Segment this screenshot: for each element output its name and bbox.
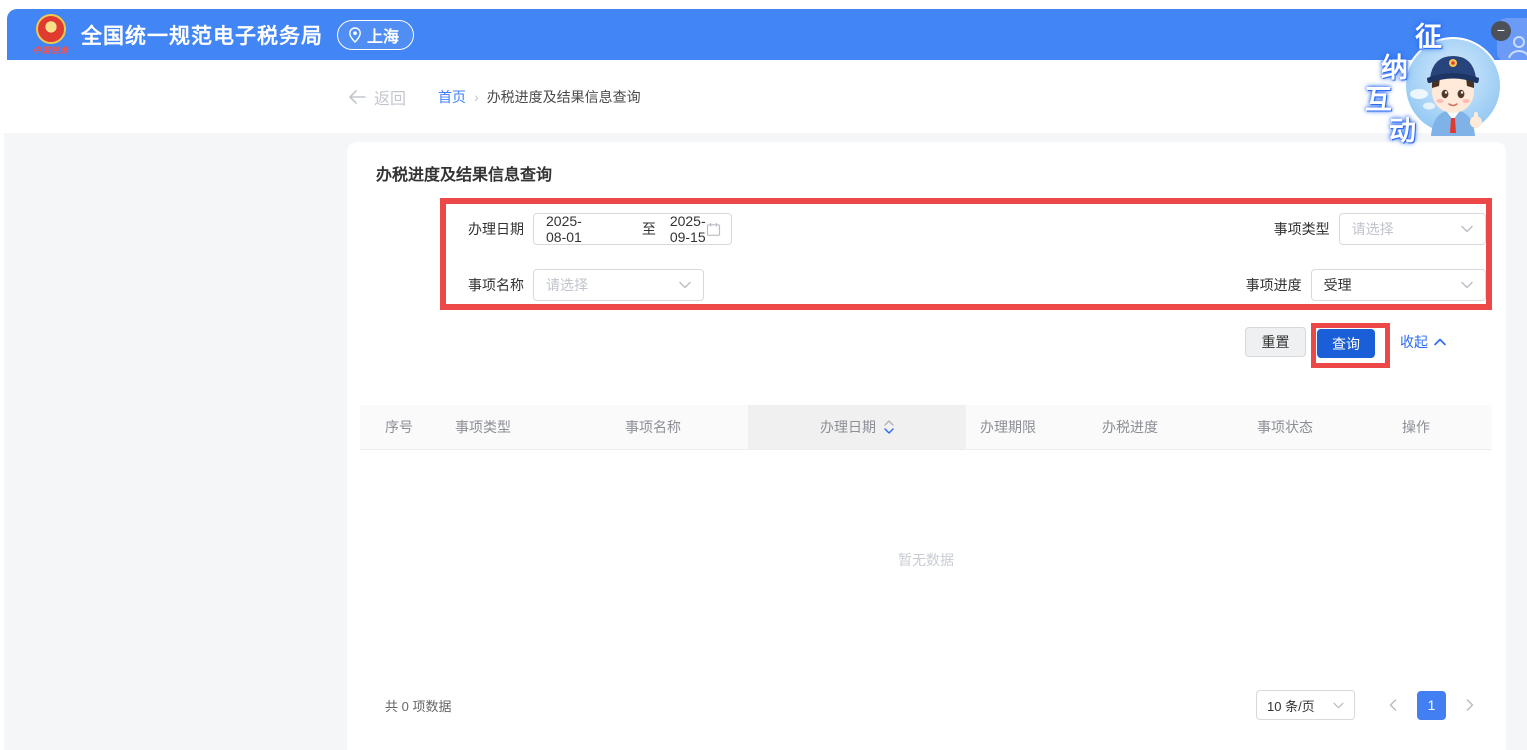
item-type-label: 事项类型 [1252, 219, 1330, 239]
query-button[interactable]: 查询 [1317, 329, 1375, 358]
column-header-seq: 序号 [360, 417, 435, 437]
table-footer: 共 0 项数据 10 条/页 1 [385, 690, 1484, 720]
collapse-label: 收起 [1400, 332, 1428, 352]
location-pin-icon [348, 27, 362, 43]
next-page-button[interactable] [1456, 691, 1484, 719]
table-header-row: 序号 事项类型 事项名称 办理日期 办理期限 办税进度 事项状态 操作 [360, 405, 1492, 450]
progress-value: 受理 [1324, 275, 1352, 295]
progress-select[interactable]: 受理 [1311, 269, 1486, 301]
collapse-toggle[interactable]: 收起 [1400, 332, 1446, 352]
date-range-input[interactable]: 2025-08-01 至 2025-09-15 [533, 213, 732, 245]
date-range-label: 办理日期 [446, 219, 524, 239]
person-icon [1505, 32, 1527, 60]
column-header-name: 事项名称 [605, 417, 748, 437]
column-header-type: 事项类型 [435, 417, 605, 437]
chevron-left-icon [1389, 699, 1397, 711]
item-name-placeholder: 请选择 [546, 275, 588, 295]
workspace-background: 办税进度及结果信息查询 办理日期 2025-08-01 至 2025-09-15 [4, 133, 1527, 750]
location-selector[interactable]: 上海 [337, 20, 414, 50]
filter-row-2: 事项名称 请选择 事项进度 受理 [446, 269, 1486, 301]
sort-carets-icon[interactable] [884, 420, 894, 434]
item-name-label: 事项名称 [446, 275, 524, 295]
item-type-placeholder: 请选择 [1352, 219, 1394, 239]
column-header-action: 操作 [1365, 417, 1492, 437]
page-number-button[interactable]: 1 [1417, 691, 1446, 720]
pagination: 10 条/页 1 [1256, 690, 1484, 720]
back-button[interactable]: 返回 [348, 85, 406, 109]
national-emblem-logo: ★ 中国税务 [33, 14, 69, 56]
reset-button[interactable]: 重置 [1245, 327, 1306, 357]
logo-caption: 中国税务 [33, 45, 69, 56]
query-annotation-box: 查询 [1311, 323, 1390, 368]
prev-page-button[interactable] [1379, 691, 1407, 719]
item-type-select[interactable]: 请选择 [1339, 213, 1486, 245]
mascot-char: 征 [1415, 15, 1442, 54]
mascot-char: 动 [1389, 109, 1416, 148]
column-header-limit: 办理期限 [966, 417, 1065, 437]
chevron-down-icon [1333, 702, 1344, 709]
mascot-char: 互 [1365, 78, 1392, 117]
date-separator: 至 [642, 219, 656, 239]
filter-row-1: 办理日期 2025-08-01 至 2025-09-15 事项类型 [446, 213, 1486, 245]
interaction-mascot[interactable]: 征 纳 互 动 [1358, 12, 1508, 140]
date-column-label: 办理日期 [820, 417, 876, 437]
page-size-select[interactable]: 10 条/页 [1256, 690, 1355, 720]
date-end-value[interactable]: 2025-09-15 [670, 213, 706, 245]
back-label: 返回 [374, 85, 406, 109]
chevron-up-icon [1434, 338, 1446, 346]
filter-annotation-box: 办理日期 2025-08-01 至 2025-09-15 事项类型 [440, 198, 1492, 310]
breadcrumb-home-link[interactable]: 首页 [438, 87, 466, 107]
empty-state-text: 暂无数据 [360, 550, 1492, 570]
column-header-progress: 办税进度 [1065, 417, 1220, 437]
chevron-right-icon [1466, 699, 1474, 711]
app-title: 全国统一规范电子税务局 [81, 20, 323, 50]
app-header: ★ 中国税务 全国统一规范电子税务局 上海 [7, 9, 1527, 60]
chevron-down-icon [1461, 225, 1473, 233]
emblem-icon: ★ [36, 14, 66, 44]
chevron-down-icon [679, 281, 691, 289]
total-count-text: 共 0 项数据 [385, 696, 451, 715]
page-size-value: 10 条/页 [1267, 696, 1315, 715]
item-name-select[interactable]: 请选择 [533, 269, 704, 301]
column-header-status: 事项状态 [1220, 417, 1365, 437]
calendar-icon[interactable] [706, 222, 721, 237]
page-title: 办税进度及结果信息查询 [376, 161, 552, 185]
chevron-down-icon [1461, 281, 1473, 289]
date-start-value[interactable]: 2025-08-01 [546, 213, 582, 245]
back-arrow-icon [348, 90, 366, 104]
location-label: 上海 [367, 23, 399, 47]
breadcrumb-separator: › [474, 89, 479, 105]
column-header-date-sortable[interactable]: 办理日期 [748, 405, 966, 449]
breadcrumb-bar: 返回 首页 › 办税进度及结果信息查询 [7, 60, 1527, 133]
content-card: 办税进度及结果信息查询 办理日期 2025-08-01 至 2025-09-15 [347, 142, 1506, 750]
breadcrumb-current: 办税进度及结果信息查询 [487, 87, 641, 107]
progress-label: 事项进度 [1224, 275, 1302, 295]
